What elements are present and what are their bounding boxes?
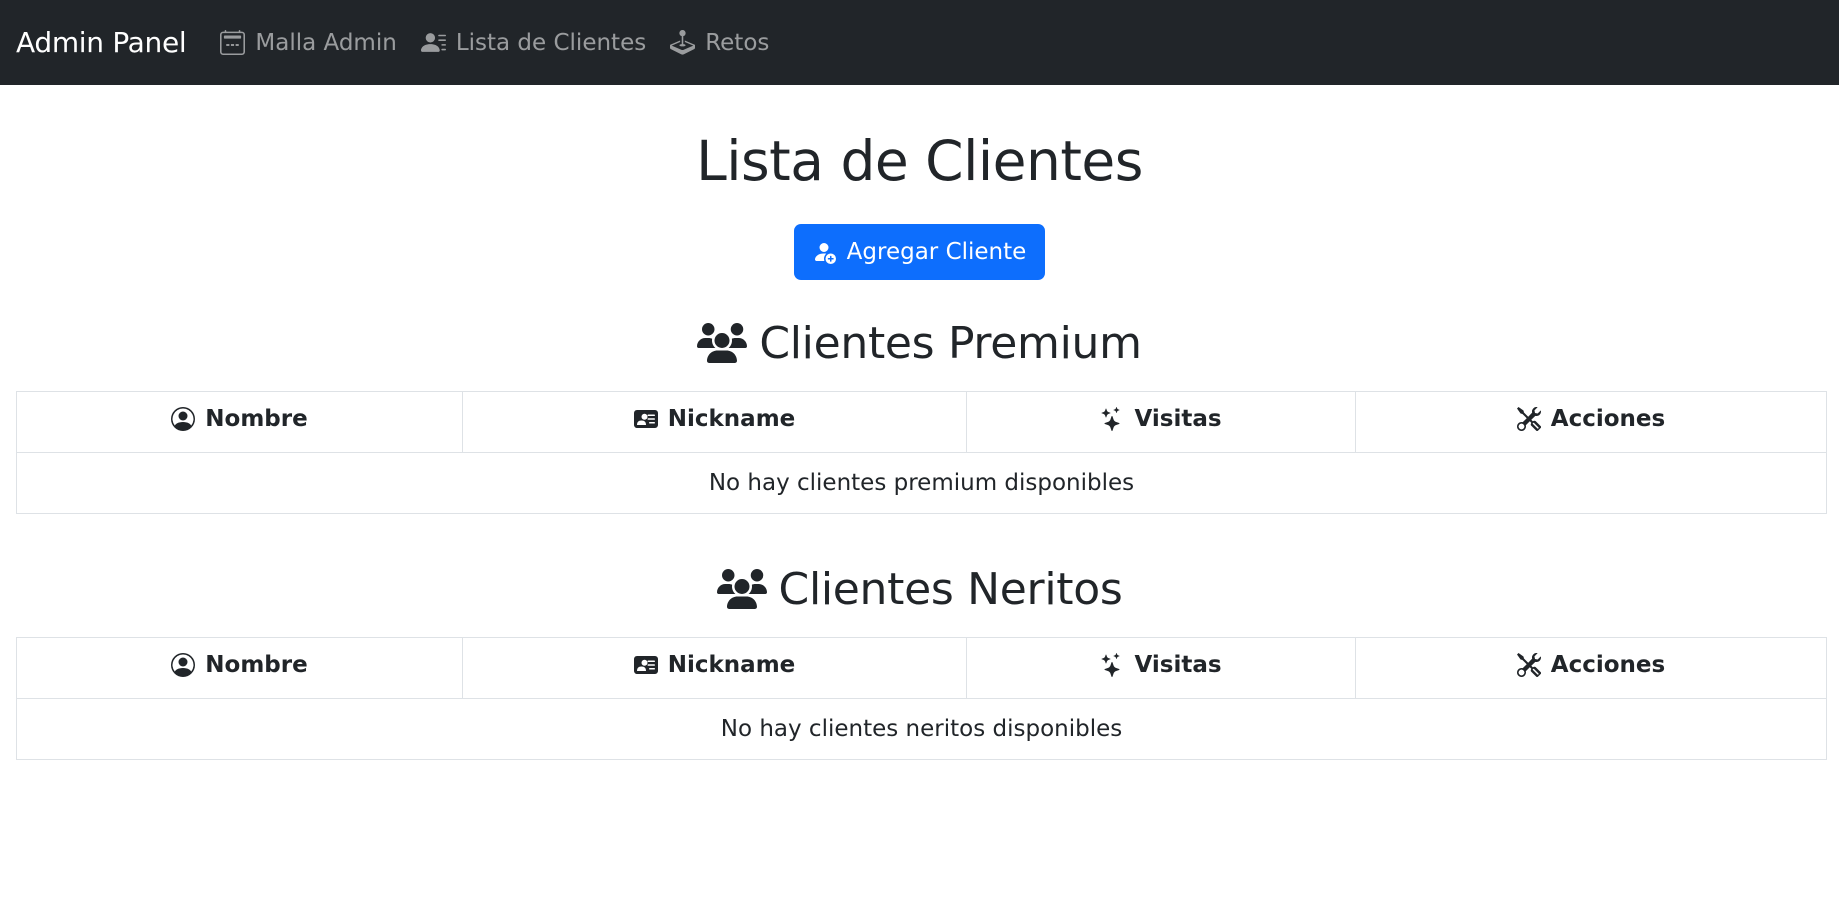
column-header-visitas: Visitas <box>966 390 1356 453</box>
person-circle-icon <box>171 407 196 431</box>
person-circle-icon <box>171 653 196 677</box>
person-add-icon <box>812 240 836 264</box>
add-client-label: Agregar Cliente <box>846 238 1027 265</box>
column-header-nickname: Nickname <box>462 390 967 453</box>
table-row: No hay clientes premium disponibles <box>16 451 1827 514</box>
table-header-row: Nombre Nickname Visitas Acciones <box>16 390 1827 453</box>
column-header-acciones: Acciones <box>1355 390 1827 453</box>
column-header-nombre: Nombre <box>16 390 463 453</box>
nav-item-label: Retos <box>705 29 770 56</box>
nav-item-lista-clientes[interactable]: Lista de Clientes <box>420 29 647 56</box>
add-button-wrapper: Agregar Cliente <box>0 223 1839 280</box>
empty-message: No hay clientes neritos disponibles <box>16 697 1827 760</box>
main-content: Lista de Clientes Agregar Cliente Client… <box>0 131 1839 760</box>
nav-item-retos[interactable]: Retos <box>670 30 769 56</box>
tools-icon <box>1516 653 1541 677</box>
premium-section-title: Clientes Premium <box>0 318 1839 369</box>
column-header-nickname: Nickname <box>462 636 967 699</box>
neritos-section-title: Clientes Neritos <box>0 564 1839 615</box>
stars-icon <box>1100 407 1124 431</box>
id-card-icon <box>633 653 658 677</box>
empty-message: No hay clientes premium disponibles <box>16 451 1827 514</box>
id-card-icon <box>633 407 658 431</box>
column-header-nombre: Nombre <box>16 636 463 699</box>
column-header-visitas: Visitas <box>966 636 1356 699</box>
table-row: No hay clientes neritos disponibles <box>16 697 1827 760</box>
tools-icon <box>1516 407 1541 431</box>
section-title-text: Clientes Premium <box>759 317 1142 369</box>
joystick-icon <box>670 30 696 55</box>
page-title: Lista de Clientes <box>696 129 1143 193</box>
users-icon <box>697 323 748 363</box>
neritos-table: Nombre Nickname Visitas Acciones No hay … <box>16 636 1827 760</box>
person-lines-icon <box>420 30 446 55</box>
add-client-button[interactable]: Agregar Cliente <box>793 223 1046 280</box>
users-icon <box>716 569 767 609</box>
nav-item-label: Lista de Clientes <box>455 29 647 56</box>
navbar-brand[interactable]: Admin Panel <box>16 26 187 59</box>
section-title-text: Clientes Neritos <box>778 563 1123 615</box>
calendar-icon <box>220 30 246 55</box>
nav-item-malla-admin[interactable]: Malla Admin <box>220 29 397 56</box>
navbar: Admin Panel Malla Admin Lista de Cliente… <box>0 0 1839 85</box>
table-header-row: Nombre Nickname Visitas Acciones <box>16 636 1827 699</box>
nav-item-label: Malla Admin <box>255 29 397 56</box>
premium-table: Nombre Nickname Visitas Acciones No hay … <box>16 390 1827 514</box>
column-header-acciones: Acciones <box>1355 636 1827 699</box>
stars-icon <box>1100 653 1124 677</box>
